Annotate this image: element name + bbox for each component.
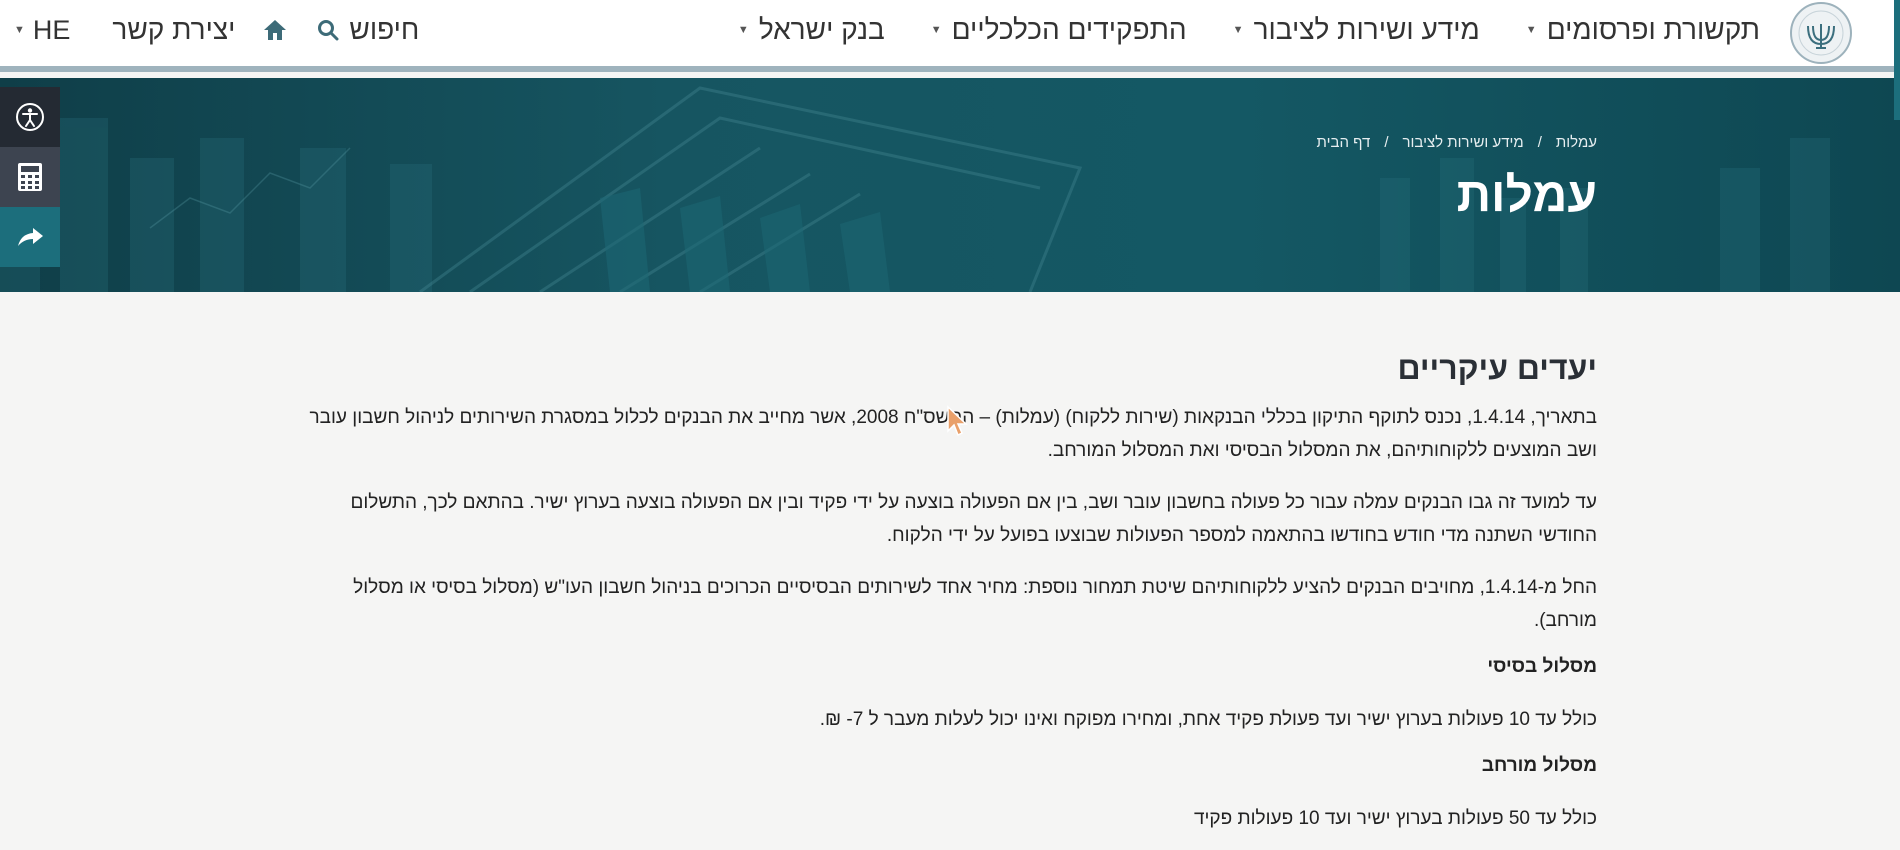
language-selector[interactable]: ▼ HE [14,15,70,46]
bank-of-israel-logo[interactable] [1782,0,1860,66]
basic-track-text: כולל עד 10 פעולות בערוץ ישיר ועד פעולת פ… [819,709,1597,730]
paragraph-3: החל מ-1.4.14, מחויבים הבנקים להציע ללקוח… [353,577,1597,631]
nav-item-label: התפקידים הכלכליים [951,14,1187,45]
hero-background-graphic [0,86,1830,292]
section-heading: יעדים עיקריים [1397,350,1597,386]
mouse-cursor-icon [947,405,968,437]
breadcrumb: דף הבית / מידע ושירות לציבור / עמלות [1317,134,1597,151]
language-label: HE [32,14,71,45]
nav-item-economic-roles[interactable]: התפקידים הכלכליים ▼ [931,14,1187,46]
side-tools-panel [0,87,60,267]
nav-item-public-info[interactable]: מידע ושירות לציבור ▼ [1233,14,1480,46]
breadcrumb-home-link[interactable]: דף הבית [1317,134,1371,151]
paragraph-1: בתאריך, 1.4.14, נכנס לתוקף התיקון בכללי … [309,407,1597,461]
share-button[interactable] [0,207,60,267]
caret-down-icon: ▼ [1525,24,1537,36]
breadcrumb-current-page: עמלות [1555,134,1597,151]
utility-menu: ▼ HE יצירת קשר חיפוש [14,0,419,60]
caret-down-icon: ▼ [737,24,749,36]
extended-track-heading: מסלול מורחב [1481,755,1597,776]
breadcrumb-separator: / [1537,134,1542,151]
nav-item-label: מידע ושירות לציבור [1253,14,1480,45]
caret-down-icon: ▼ [1232,24,1244,36]
main-menu: בנק ישראל ▼ התפקידים הכלכליים ▼ מידע ושי… [738,0,1760,60]
search-button[interactable]: חיפוש [317,14,419,46]
scrollbar-thumb[interactable] [1894,0,1900,120]
breadcrumb-public-info-link[interactable]: מידע ושירות לציבור [1403,134,1524,151]
search-icon [318,20,339,41]
share-icon [18,228,43,246]
nav-item-label: בנק ישראל [758,14,885,45]
extended-track-text: כולל עד 50 פעולות בערוץ ישיר ועד 10 פעול… [1193,808,1597,829]
accessibility-button[interactable] [0,87,60,147]
nav-item-media-publications[interactable]: תקשורת ופרסומים ▼ [1526,14,1760,46]
breadcrumb-separator: / [1384,134,1389,151]
basic-track-heading: מסלול בסיסי [1487,656,1597,677]
nav-item-label: תקשורת ופרסומים [1546,14,1760,45]
page-hero-banner: דף הבית / מידע ושירות לציבור / עמלות עמל… [0,78,1900,292]
calculator-button[interactable] [0,147,60,207]
top-navigation-bar: בנק ישראל ▼ התפקידים הכלכליים ▼ מידע ושי… [0,0,1900,72]
page-title: עמלות [1456,169,1597,222]
main-content: יעדים עיקריים בתאריך, 1.4.14, נכנס לתוקף… [287,350,1597,850]
nav-item-bank-of-israel[interactable]: בנק ישראל ▼ [738,14,885,46]
contact-link[interactable]: יצירת קשר [112,14,235,46]
caret-down-icon: ▼ [14,24,25,36]
paragraph-2: עד למועד זה גבו הבנקים עמלה עבור כל פעול… [350,492,1597,546]
home-icon[interactable] [261,16,289,44]
caret-down-icon: ▼ [930,24,942,36]
calculator-icon [18,163,42,191]
search-label: חיפוש [349,14,420,45]
accessibility-icon [16,103,44,131]
